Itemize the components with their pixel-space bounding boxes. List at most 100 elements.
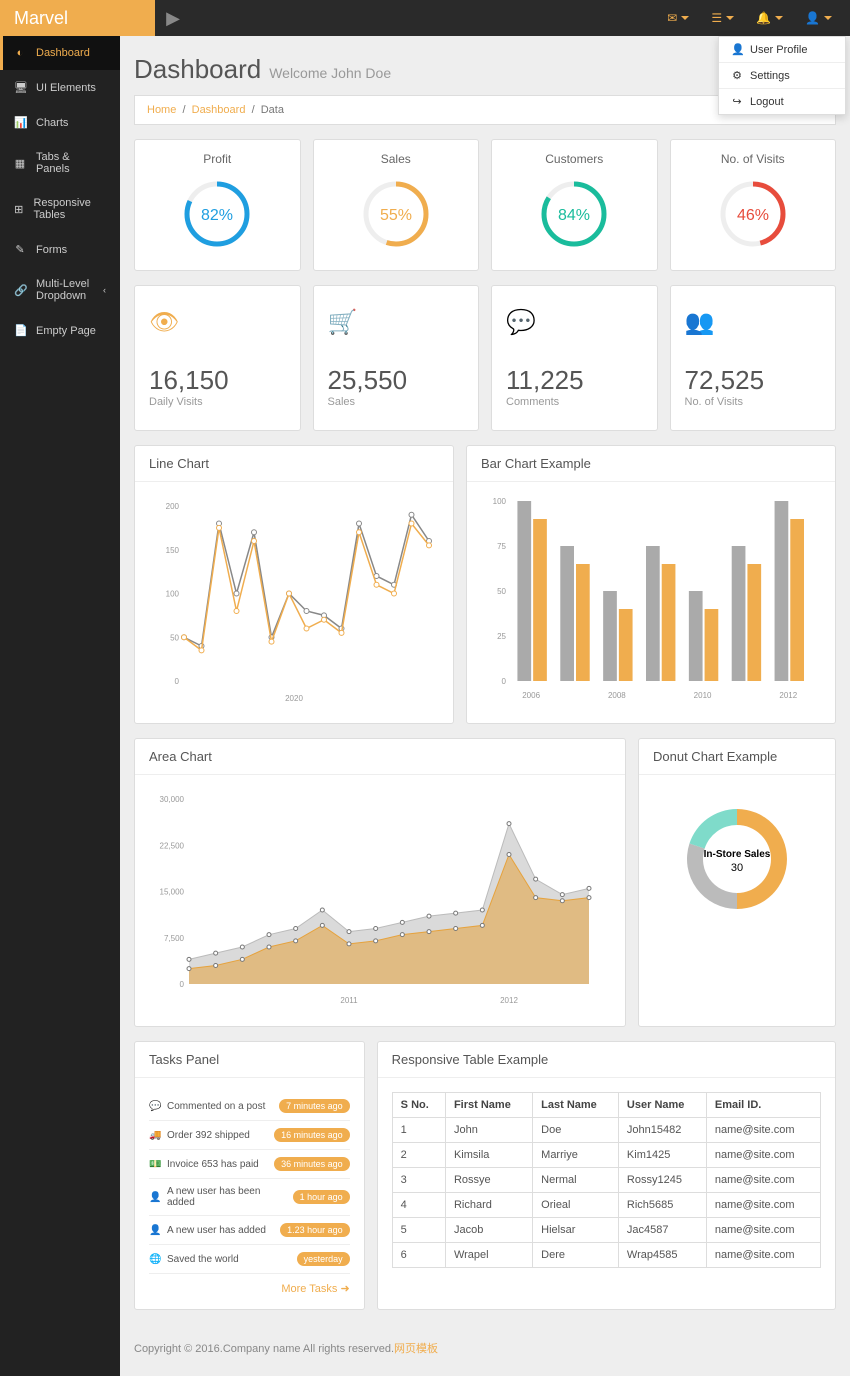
bar-chart: 02550751002006200820102012 <box>481 496 821 706</box>
task-item[interactable]: 👤A new user has been added1 hour ago <box>149 1179 350 1216</box>
svg-text:0: 0 <box>175 677 180 686</box>
nav-list-icon[interactable]: ☰ <box>711 11 734 25</box>
svg-text:100: 100 <box>166 590 180 599</box>
svg-text:200: 200 <box>166 502 180 511</box>
th: User Name <box>618 1093 706 1118</box>
svg-text:7,500: 7,500 <box>164 934 185 943</box>
sidebar-item-dashboard[interactable]: ◐Dashboard <box>0 36 120 70</box>
cart-icon: 🛒 <box>328 308 465 337</box>
task-badge: 16 minutes ago <box>274 1128 350 1142</box>
file-icon: 📄 <box>14 324 26 337</box>
user-dropdown: 👤User Profile⚙Settings↪Logout <box>718 36 846 115</box>
nav-user-icon[interactable]: 👤 <box>805 11 832 25</box>
comment-icon: 💬 <box>149 1101 161 1112</box>
sidebar: ◐Dashboard🖥UI Elements📊Charts▦Tabs & Pan… <box>0 36 120 1376</box>
task-item[interactable]: 💬Commented on a post7 minutes ago <box>149 1092 350 1121</box>
sidebar-item-tabs-panels[interactable]: ▦Tabs & Panels <box>0 140 120 186</box>
sidebar-item-ui-elements[interactable]: 🖥UI Elements <box>0 70 120 105</box>
svg-text:55%: 55% <box>380 207 412 224</box>
gear-icon: ⚙ <box>731 69 743 82</box>
dropdown-settings[interactable]: ⚙Settings <box>719 62 845 88</box>
eye-icon: 👁 <box>149 308 286 337</box>
svg-text:2020: 2020 <box>285 694 303 703</box>
area-chart: 07,50015,00022,50030,00020112012 <box>149 789 599 1009</box>
tasks-list: 💬Commented on a post7 minutes ago🚚Order … <box>149 1092 350 1274</box>
svg-text:100: 100 <box>493 497 507 506</box>
footer: Copyright © 2016.Company name All rights… <box>134 1324 836 1362</box>
svg-text:50: 50 <box>170 633 179 642</box>
svg-text:30: 30 <box>731 862 743 874</box>
svg-text:82%: 82% <box>201 207 233 224</box>
sitemap-icon: 🔗 <box>14 284 26 297</box>
brand[interactable]: Marvel <box>0 0 155 36</box>
task-item[interactable]: 👤A new user has added1.23 hour ago <box>149 1216 350 1245</box>
ring-profit: Profit 82% <box>134 139 301 271</box>
edit-icon: ✎ <box>14 243 26 256</box>
ring-customers: Customers 84% <box>491 139 658 271</box>
task-badge: yesterday <box>297 1252 350 1266</box>
table-row: 6WrapelDereWrap4585name@site.com <box>392 1243 820 1268</box>
logout-icon: ↪ <box>731 95 743 108</box>
line-chart: 0 50 100 150 200 2020 <box>149 496 439 706</box>
task-badge: 36 minutes ago <box>274 1157 350 1171</box>
svg-text:2006: 2006 <box>522 691 540 700</box>
svg-text:2012: 2012 <box>500 996 518 1005</box>
th: First Name <box>445 1093 532 1118</box>
table-row: 2KimsilaMarriyeKim1425name@site.com <box>392 1143 820 1168</box>
th: S No. <box>392 1093 445 1118</box>
ring-sales: Sales 55% <box>313 139 480 271</box>
dropdown-logout[interactable]: ↪Logout <box>719 88 845 114</box>
footer-link[interactable]: 网页模板 <box>394 1343 438 1355</box>
donut-chart: In-Store Sales 30 <box>667 789 807 929</box>
svg-text:0: 0 <box>180 980 185 989</box>
sidebar-toggle-icon[interactable]: ▶ <box>155 8 191 29</box>
bar-icon: 📊 <box>14 116 26 129</box>
stat-comments: 💬 11,225Comments <box>491 285 658 431</box>
area-chart-title: Area Chart <box>135 739 625 775</box>
table-icon: ▦ <box>14 157 26 170</box>
svg-text:30,000: 30,000 <box>160 795 185 804</box>
more-tasks-link[interactable]: More Tasks ➜ <box>149 1274 350 1295</box>
sidebar-item-empty-page[interactable]: 📄Empty Page <box>0 313 120 348</box>
dropdown-user-profile[interactable]: 👤User Profile <box>719 37 845 62</box>
task-badge: 7 minutes ago <box>279 1099 350 1113</box>
svg-text:2012: 2012 <box>779 691 797 700</box>
crumb-dashboard[interactable]: Dashboard <box>192 104 246 116</box>
nav-envelope-icon[interactable]: ✉ <box>667 11 689 25</box>
svg-text:50: 50 <box>497 587 506 596</box>
bar-chart-title: Bar Chart Example <box>467 446 835 482</box>
svg-text:In-Store Sales: In-Store Sales <box>704 849 771 860</box>
svg-text:2010: 2010 <box>694 691 712 700</box>
svg-text:25: 25 <box>497 632 506 641</box>
truck-icon: 🚚 <box>149 1130 161 1141</box>
task-badge: 1.23 hour ago <box>280 1223 350 1237</box>
sidebar-item-responsive-tables[interactable]: ⊞Responsive Tables <box>0 186 120 232</box>
stat-sales: 🛒 25,550Sales <box>313 285 480 431</box>
task-item[interactable]: 💵Invoice 653 has paid36 minutes ago <box>149 1150 350 1179</box>
table-row: 4RichardOriealRich5685name@site.com <box>392 1193 820 1218</box>
top-nav: ✉ ☰ 🔔 👤 <box>667 11 850 25</box>
table-row: 1JohnDoeJohn15482name@site.com <box>392 1118 820 1143</box>
ring-no-of-visits: No. of Visits 46% <box>670 139 837 271</box>
svg-text:15,000: 15,000 <box>160 888 185 897</box>
sidebar-item-multi-level-dropdown[interactable]: 🔗Multi-Level Dropdown‹ <box>0 267 120 313</box>
th: Email ID. <box>706 1093 820 1118</box>
table-row: 3RossyeNermalRossy1245name@site.com <box>392 1168 820 1193</box>
globe-icon: 🌐 <box>149 1254 161 1265</box>
sidebar-item-charts[interactable]: 📊Charts <box>0 105 120 140</box>
grid-icon: ⊞ <box>14 203 23 216</box>
users-icon: 👥 <box>685 308 822 337</box>
task-item[interactable]: 🌐Saved the worldyesterday <box>149 1245 350 1274</box>
comments-icon: 💬 <box>506 308 643 337</box>
crumb-home[interactable]: Home <box>147 104 176 116</box>
svg-text:84%: 84% <box>558 207 590 224</box>
svg-text:150: 150 <box>166 546 180 555</box>
user-icon: 👤 <box>731 43 743 56</box>
th: Last Name <box>533 1093 619 1118</box>
responsive-table: S No.First NameLast NameUser NameEmail I… <box>392 1092 821 1268</box>
nav-bell-icon[interactable]: 🔔 <box>756 11 783 25</box>
topbar: Marvel ▶ ✉ ☰ 🔔 👤 👤User Profile⚙Settings↪… <box>0 0 850 36</box>
svg-text:46%: 46% <box>737 207 769 224</box>
sidebar-item-forms[interactable]: ✎Forms <box>0 232 120 267</box>
task-item[interactable]: 🚚Order 392 shipped16 minutes ago <box>149 1121 350 1150</box>
